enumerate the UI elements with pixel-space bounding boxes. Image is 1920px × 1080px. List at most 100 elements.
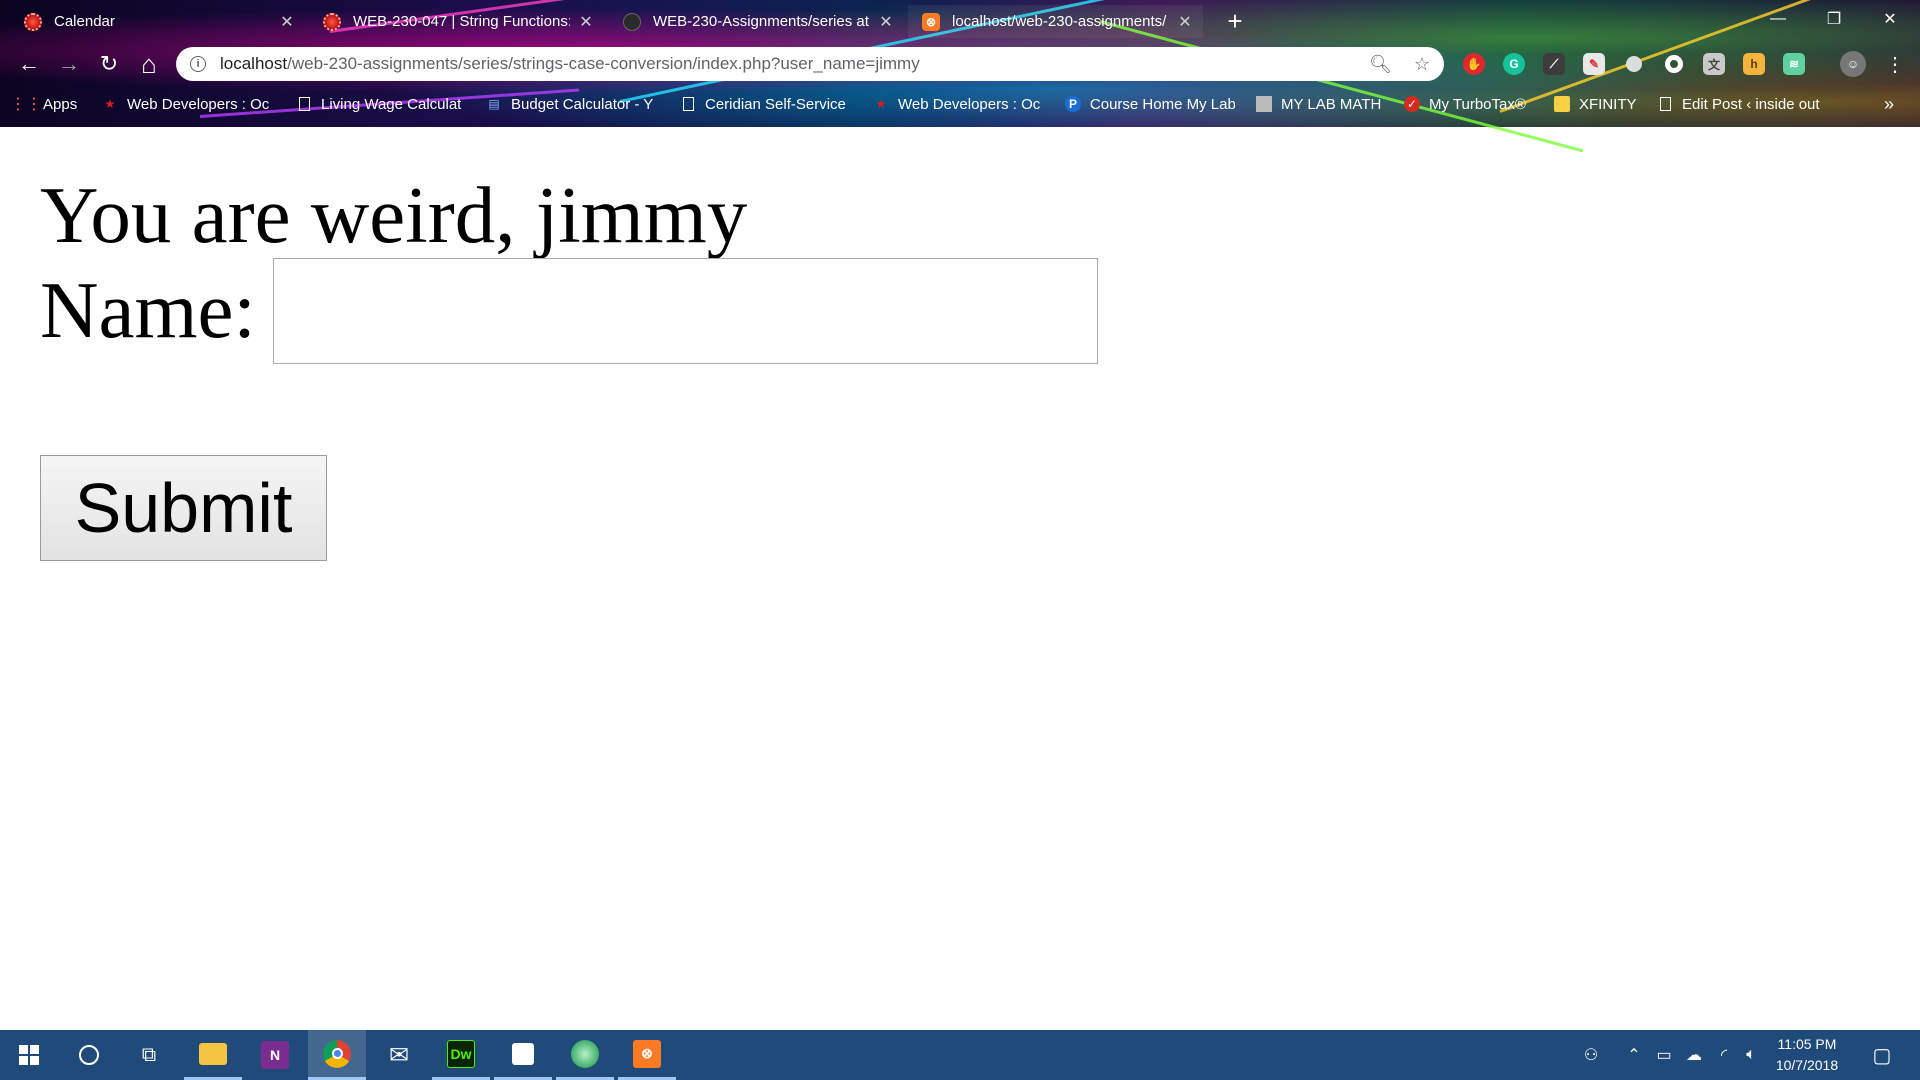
onedrive-cloud-icon[interactable]: ☁: [1680, 1030, 1708, 1080]
taskbar-file-explorer[interactable]: [184, 1030, 242, 1080]
zoom-icon[interactable]: 🔍︎: [1369, 54, 1392, 75]
tab-title: WEB-230-Assignments/series at: [653, 13, 869, 30]
submit-button[interactable]: Submit: [40, 455, 327, 561]
name-label: Name:: [40, 265, 256, 355]
turbotax-icon: ✓: [1404, 96, 1420, 112]
restore-button[interactable]: ❐: [1806, 0, 1862, 38]
bookmark-course-home[interactable]: P Course Home My Lab: [1065, 92, 1235, 116]
minimize-button[interactable]: —: [1750, 0, 1806, 38]
page-icon: [1657, 96, 1673, 112]
bookmark-web-developers-2[interactable]: ★ Web Developers : Oc: [873, 92, 1043, 116]
chrome-icon: [323, 1039, 351, 1068]
tab-title: localhost/web-230-assignments/: [952, 13, 1167, 30]
taskbar-xampp[interactable]: ⊗: [618, 1030, 676, 1080]
cortana-search-button[interactable]: [60, 1030, 118, 1080]
bookmarks-overflow-button[interactable]: »: [1884, 92, 1894, 116]
browser-chrome: Calendar ✕ WEB-230-047 | String Function…: [0, 0, 1920, 153]
close-icon[interactable]: ✕: [578, 12, 594, 32]
wifi-icon[interactable]: ◜: [1710, 1030, 1738, 1080]
page-icon: [680, 96, 696, 112]
bookmark-web-developers-1[interactable]: ★ Web Developers : Oc: [102, 92, 272, 116]
start-button[interactable]: [0, 1030, 58, 1080]
close-window-button[interactable]: ✕: [1862, 0, 1918, 38]
clock-time: 11:05 PM: [1777, 1036, 1837, 1052]
task-view-icon: ⧉: [141, 1043, 157, 1066]
apps-grid-icon: ⋮⋮: [10, 96, 42, 113]
circle-extension-icon[interactable]: [1623, 53, 1645, 75]
ring-extension-icon[interactable]: [1663, 53, 1685, 75]
close-icon[interactable]: ✕: [878, 12, 894, 32]
dreamweaver-icon: Dw: [447, 1039, 475, 1068]
tab-localhost[interactable]: ⊗ localhost/web-230-assignments/ ✕: [908, 5, 1203, 38]
back-button[interactable]: ←: [14, 49, 44, 79]
name-input[interactable]: [273, 258, 1098, 364]
chrome-menu-icon[interactable]: ⋮: [1880, 49, 1910, 79]
bookmark-budget-calculator[interactable]: ▤ Budget Calculator - Y: [486, 92, 656, 116]
bookmark-label: Course Home My Lab: [1089, 95, 1235, 113]
bookmark-my-lab-math[interactable]: MY LAB MATH: [1256, 92, 1381, 116]
honey-extension-icon[interactable]: h: [1743, 53, 1765, 75]
profile-avatar[interactable]: ☺: [1840, 51, 1866, 77]
taskbar-onenote[interactable]: N: [246, 1030, 304, 1080]
tab-title: Calendar: [54, 13, 115, 30]
url-host: localhost: [220, 54, 288, 73]
system-clock[interactable]: 11:05 PM 10/7/2018: [1762, 1034, 1852, 1076]
url-path: /web-230-assignments/series/strings-case…: [287, 54, 920, 73]
screenshot-extension-icon[interactable]: ✎: [1583, 53, 1605, 75]
pdf-extension-icon[interactable]: ⟋: [1543, 53, 1565, 75]
chevron-up-icon[interactable]: ⌃: [1620, 1030, 1648, 1080]
people-icon[interactable]: ⚇: [1576, 1030, 1606, 1080]
bookmark-ceridian[interactable]: Ceridian Self-Service: [680, 92, 850, 116]
bookmark-edit-post[interactable]: Edit Post ‹ inside out: [1657, 92, 1827, 116]
tab-string-functions[interactable]: WEB-230-047 | String Functions: ✕: [309, 5, 604, 38]
wallpaper-streak: [1099, 20, 1584, 153]
bookmark-living-wage[interactable]: Living Wage Calculat: [296, 92, 466, 116]
onenote-icon: N: [261, 1041, 289, 1069]
address-bar[interactable]: i localhost/web-230-assignments/series/s…: [176, 47, 1444, 81]
close-icon[interactable]: ✕: [279, 12, 295, 32]
adblock-extension-icon[interactable]: ✋: [1463, 53, 1485, 75]
home-button[interactable]: ⌂: [134, 49, 164, 79]
tab-title: WEB-230-047 | String Functions:: [353, 13, 570, 30]
bookmark-label: Budget Calculator - Y: [511, 95, 654, 113]
bookmark-label: Apps: [43, 95, 78, 113]
action-center-icon[interactable]: ▢: [1862, 1030, 1902, 1080]
reload-button[interactable]: ↻: [94, 49, 124, 79]
forward-button[interactable]: →: [54, 49, 84, 79]
bookmark-label: Web Developers : Oc: [127, 95, 270, 113]
mail-icon: ✉: [388, 1041, 410, 1069]
tab-calendar[interactable]: Calendar ✕: [10, 5, 305, 38]
taskbar-mail[interactable]: ✉: [370, 1030, 428, 1080]
translate-extension-icon[interactable]: 文: [1703, 53, 1725, 75]
new-tab-button[interactable]: +: [1220, 6, 1250, 36]
sticky-notes-icon: [512, 1042, 534, 1065]
site-info-icon[interactable]: i: [190, 56, 206, 72]
cortana-search-icon: [79, 1045, 99, 1065]
url-text[interactable]: localhost/web-230-assignments/series/str…: [220, 54, 1347, 74]
calendar-icon: [24, 12, 42, 31]
taskbar-chrome[interactable]: [308, 1030, 366, 1080]
task-view-button[interactable]: ⧉: [120, 1030, 178, 1080]
bookmark-apps[interactable]: ⋮⋮ Apps: [10, 92, 78, 116]
page-icon: [296, 96, 312, 112]
bookmark-star-icon[interactable]: ☆: [1414, 54, 1430, 75]
taskbar-dreamweaver[interactable]: Dw: [432, 1030, 490, 1080]
calendar-icon: [323, 12, 341, 31]
wave-extension-icon[interactable]: ≋: [1783, 53, 1805, 75]
volume-icon[interactable]: 🔈︎: [1738, 1030, 1764, 1080]
bookmark-label: My TurboTax®: [1429, 95, 1526, 113]
battery-icon[interactable]: ▭: [1650, 1030, 1678, 1080]
close-icon[interactable]: ✕: [1177, 12, 1193, 32]
bookmark-label: MY LAB MATH: [1281, 95, 1382, 113]
grammarly-extension-icon[interactable]: G: [1503, 53, 1525, 75]
tab-github-assignments[interactable]: WEB-230-Assignments/series at ✕: [609, 5, 904, 38]
taskbar-sticky-notes[interactable]: [494, 1030, 552, 1080]
bookmark-label: Ceridian Self-Service: [705, 95, 846, 113]
taskbar-globe-app[interactable]: [556, 1030, 614, 1080]
file-explorer-icon: [199, 1042, 227, 1065]
red-star-icon: ★: [875, 97, 887, 111]
bookmark-turbotax[interactable]: ✓ My TurboTax®: [1404, 92, 1526, 116]
xampp-icon: ⊗: [922, 12, 940, 31]
github-icon: [623, 12, 641, 31]
bookmark-xfinity[interactable]: XFINITY: [1554, 92, 1637, 116]
